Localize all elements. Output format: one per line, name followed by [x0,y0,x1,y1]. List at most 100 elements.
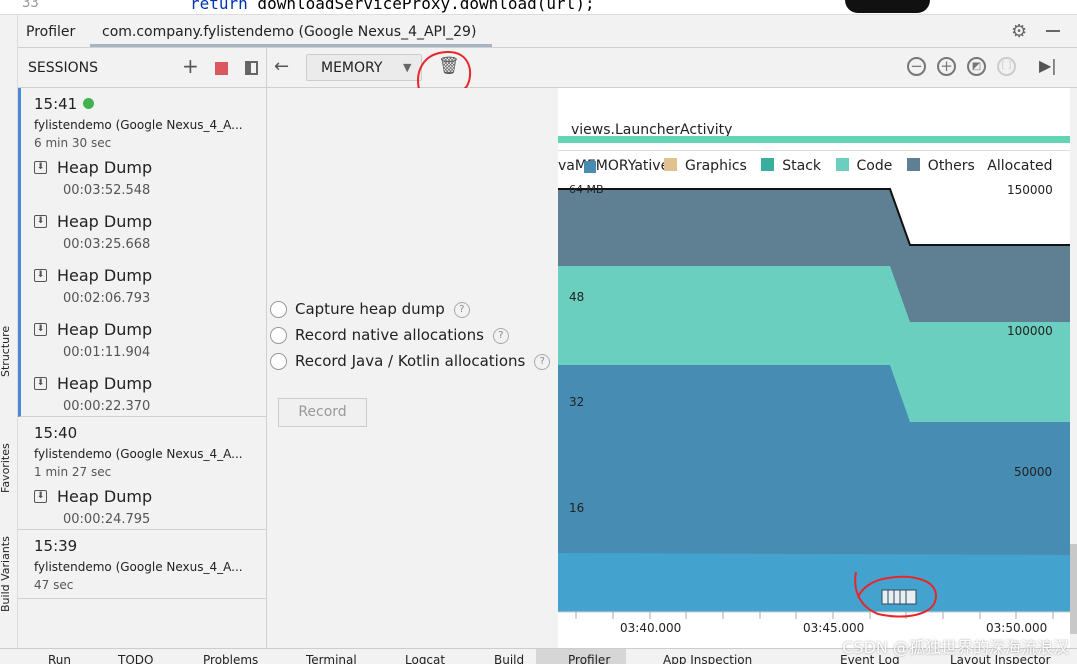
go-live-icon[interactable]: ▶| [1039,56,1057,75]
sessions-header: SESSIONS + [18,48,267,88]
stop-icon[interactable] [215,62,228,75]
watermark: CSDN @孤独世界的深海流浪汉 [842,638,1069,657]
side-tab-favorites[interactable]: Favorites [0,443,12,493]
side-tab-structure[interactable]: Structure [0,326,12,377]
session-device: fylistendemo (Google Nexus_4_A... [34,118,243,132]
tool-problems[interactable]: Problems [203,653,258,664]
heap-dump-item[interactable]: ⬇ Heap Dump 00:02:06.793 [34,258,266,312]
heap-dump-item[interactable]: ⬇ Heap Dump 00:00:24.795 [34,479,266,527]
tool-profiler[interactable]: Profiler [536,649,626,664]
code-editor-strip: 33 return downloadServiceProxy.download(… [0,0,1077,15]
tool-build[interactable]: Build [494,653,524,664]
scrollbar[interactable] [1070,88,1077,648]
heap-dump-label: Heap Dump [57,320,153,339]
radio[interactable] [270,301,287,318]
heap-dump-icon: ⬇ [34,161,47,174]
capture-options-panel: Capture heap dump? Record native allocat… [267,88,558,648]
y-left-tick: 16 [569,501,585,515]
x-axis-ticks [575,612,1054,619]
heap-dump-label: Heap Dump [57,158,153,177]
radio[interactable] [270,353,287,370]
session-time: 15:41 [34,95,78,113]
side-tool-gutter: Structure Favorites Build Variants [0,15,18,648]
option-label: Capture heap dump [295,300,445,318]
chevron-down-icon: ▼ [403,61,412,74]
y-left-tick: 64 MB [569,183,604,196]
code-keyword: return [190,0,248,13]
heap-dump-time: 00:02:06.793 [63,291,151,306]
help-icon[interactable]: ? [534,353,551,370]
add-session-icon[interactable]: + [182,54,199,78]
zoom-out-icon[interactable]: − [907,57,926,76]
option-label: Record native allocations [295,326,484,344]
heap-dump-label: Heap Dump [57,266,153,285]
option-record-java[interactable]: Record Java / Kotlin allocations? [270,352,551,370]
session-item[interactable]: 15:39 fylistendemo (Google Nexus_4_A... … [18,530,266,599]
profiler-select[interactable]: MEMORY ▼ [306,54,422,81]
profiler-title: Profiler [26,24,76,40]
y-right-tick: 150000 [1007,183,1053,197]
session-item[interactable]: 15:41 fylistendemo (Google Nexus_4_A... … [18,88,266,417]
zoom-in-icon[interactable]: + [937,57,956,76]
heap-dump-time: 00:00:22.370 [63,399,151,414]
side-tab-build-variants[interactable]: Build Variants [0,536,12,612]
sessions-title: SESSIONS [28,60,99,76]
heap-dump-item[interactable]: ⬇ Heap Dump 00:01:11.904 [34,312,266,366]
heap-dump-icon: ⬇ [34,490,47,503]
native-area [558,553,1070,612]
code-text: downloadServiceProxy.download(url); [247,0,595,13]
y-left-tick: 48 [569,290,585,304]
help-icon[interactable]: ? [453,301,470,318]
tool-logcat[interactable]: Logcat [405,653,445,664]
tool-app-inspection[interactable]: App Inspection [663,653,752,664]
heap-dump-label: Heap Dump [57,374,153,393]
heap-dump-time: 00:03:52.548 [63,183,151,198]
tool-todo[interactable]: TODO [118,653,153,664]
option-capture-heap-dump[interactable]: Capture heap dump? [270,300,470,318]
heap-dump-time: 00:01:11.904 [63,345,151,360]
x-tick: 03:40.000 [620,621,682,635]
profiler-select-value: MEMORY [321,60,383,76]
reset-zoom-icon[interactable]: ◩ [967,57,986,76]
heap-dump-item[interactable]: ⬇ Heap Dump 00:03:52.548 [34,150,266,204]
session-device: fylistendemo (Google Nexus_4_A... [34,447,243,461]
y-right-tick: 100000 [1007,324,1053,338]
collapse-panel-icon[interactable] [245,61,258,75]
heap-dump-icon: ⬇ [34,215,47,228]
session-item[interactable]: 15:40 fylistendemo (Google Nexus_4_A... … [18,417,266,530]
heap-dump-icon: ⬇ [34,269,47,282]
x-tick: 03:45.000 [803,621,865,635]
memory-area-plot [558,188,1070,619]
tool-run[interactable]: Run [48,653,71,664]
option-record-native[interactable]: Record native allocations? [270,326,509,344]
code-line: return downloadServiceProxy.download(url… [190,0,595,13]
tab-underline [90,44,492,47]
help-icon[interactable]: ? [492,327,509,344]
tool-terminal[interactable]: Terminal [306,653,357,664]
gear-icon[interactable]: ⚙ [1011,21,1027,42]
heap-dump-icon: ⬇ [34,377,47,390]
x-tick: 03:50.000 [986,621,1048,635]
session-duration: 6 min 30 sec [34,136,112,150]
session-device: fylistendemo (Google Nexus_4_A... [34,560,243,574]
redaction-blob [845,0,930,13]
session-duration: 1 min 27 sec [34,465,112,479]
heap-dump-item[interactable]: ⬇ Heap Dump 00:00:22.370 [34,366,266,414]
heap-dump-label: Heap Dump [57,487,153,506]
active-dot [83,98,95,109]
tab-session[interactable]: com.company.fylistendemo (Google Nexus_4… [102,24,476,40]
minimize-icon[interactable] [1046,30,1060,32]
sessions-list: 15:41 fylistendemo (Google Nexus_4_A... … [18,88,267,648]
back-arrow-icon[interactable]: ← [274,56,289,77]
zoom-to-selection-icon[interactable]: [ ] [997,57,1016,76]
heap-dump-item[interactable]: ⬇ Heap Dump 00:03:25.668 [34,204,266,258]
session-time: 15:39 [34,537,78,555]
heap-dump-label: Heap Dump [57,212,153,231]
session-duration: 47 sec [34,578,74,592]
heap-dump-time: 00:03:25.668 [63,237,151,252]
heap-dump-time: 00:00:24.795 [63,512,151,527]
record-button[interactable]: Record [278,398,367,427]
radio[interactable] [270,327,287,344]
line-number: 33 [22,0,39,11]
memory-chart[interactable]: views.LauncherActivity vaMEMORYative Gra… [558,88,1070,648]
